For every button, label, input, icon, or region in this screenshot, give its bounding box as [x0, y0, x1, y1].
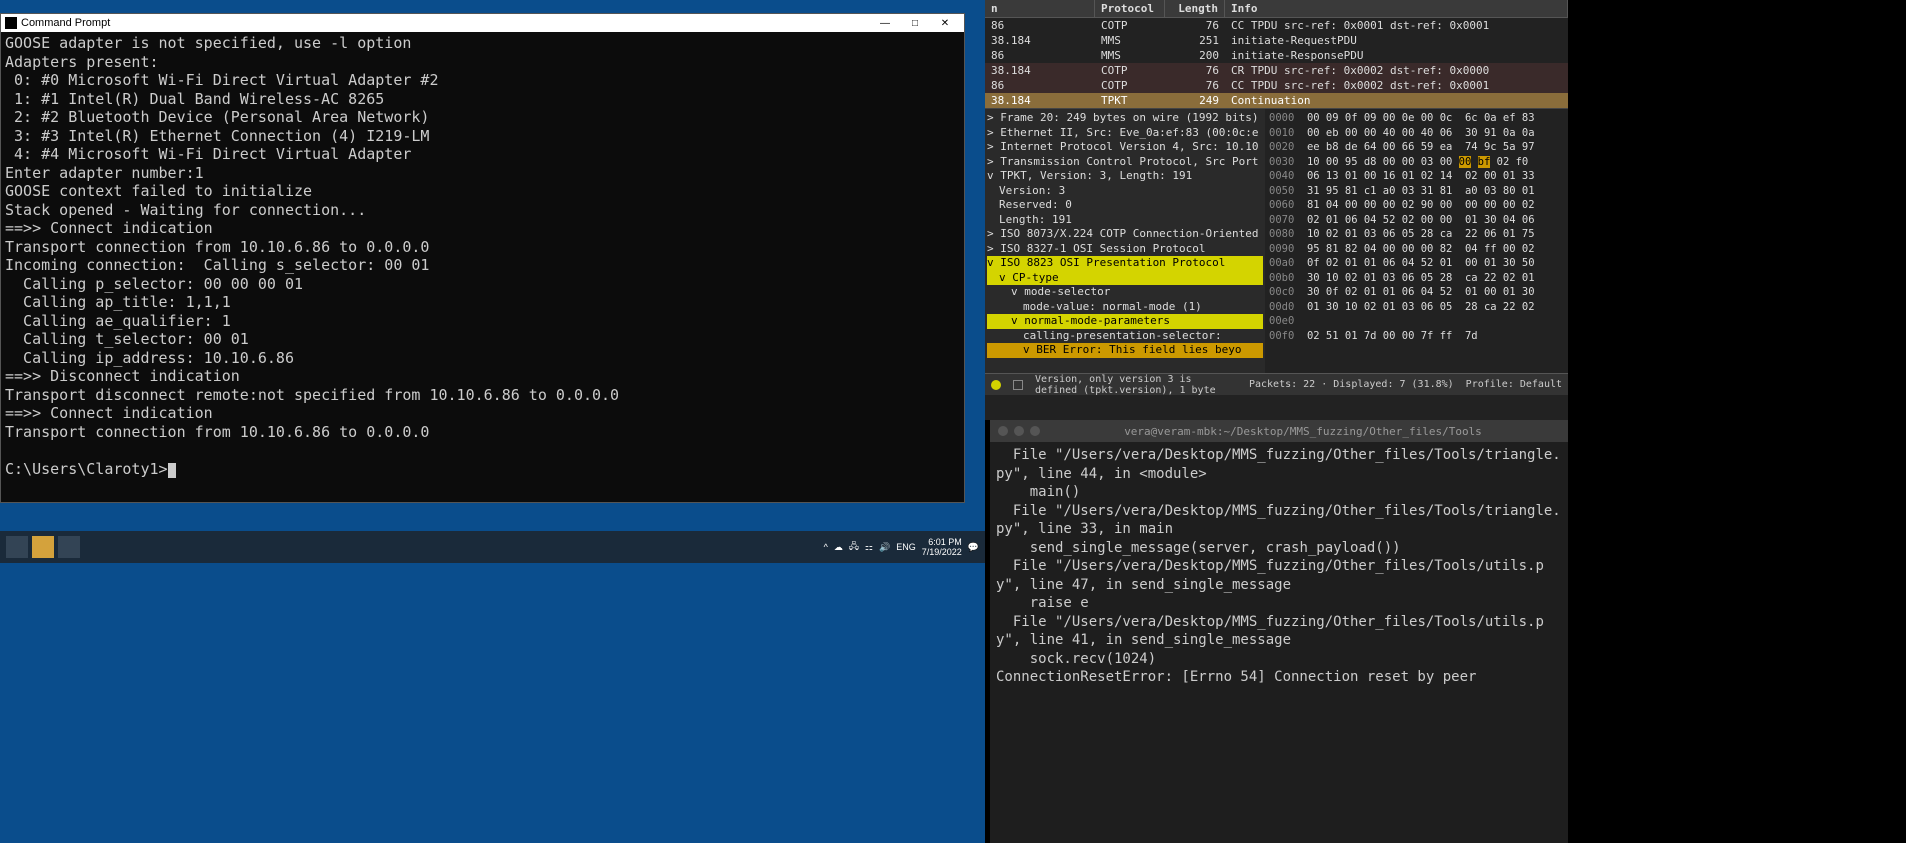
- tree-node[interactable]: v mode-selector: [987, 285, 1263, 300]
- hex-line[interactable]: 0020 ee b8 de 64 00 66 59 ea 74 9c 5a 97: [1269, 140, 1564, 155]
- status-profile[interactable]: Profile: Default: [1466, 379, 1562, 390]
- tray-volume-icon[interactable]: 🔊: [879, 542, 890, 553]
- hex-line[interactable]: 0010 00 eb 00 00 40 00 40 06 30 91 0a 0a: [1269, 126, 1564, 141]
- tray-chevron-icon[interactable]: ^: [824, 542, 828, 552]
- tree-node[interactable]: v BER Error: This field lies beyo: [987, 343, 1263, 358]
- packet-row[interactable]: 38.184COTP76CR TPDU src-ref: 0x0002 dst-…: [985, 63, 1568, 78]
- windows-taskbar[interactable]: ^ ☁ 🖧 ⚏ 🔊 ENG 6:01 PM 7/19/2022 💬: [0, 531, 985, 563]
- hex-line[interactable]: 0090 95 81 82 04 00 00 00 82 04 ff 00 02: [1269, 242, 1564, 257]
- maximize-button[interactable]: □: [900, 18, 930, 29]
- tree-node[interactable]: calling-presentation-selector:: [987, 329, 1263, 344]
- terminal-title: vera@veram-mbk:~/Desktop/MMS_fuzzing/Oth…: [1046, 425, 1560, 438]
- packet-details-tree[interactable]: > Frame 20: 249 bytes on wire (1992 bits…: [985, 109, 1265, 373]
- hex-line[interactable]: 00a0 0f 02 01 01 06 04 52 01 00 01 30 50: [1269, 256, 1564, 271]
- tray-date[interactable]: 7/19/2022: [922, 547, 962, 557]
- hex-line[interactable]: 0070 02 01 06 04 52 02 00 00 01 30 04 06: [1269, 213, 1564, 228]
- tray-notifications-icon[interactable]: 💬: [968, 542, 979, 553]
- tree-node[interactable]: mode-value: normal-mode (1): [987, 300, 1263, 315]
- hex-line[interactable]: 0000 00 09 0f 09 00 0e 00 0c 6c 0a ef 83: [1269, 111, 1564, 126]
- cmd-output[interactable]: GOOSE adapter is not specified, use -l o…: [1, 32, 964, 502]
- hex-line[interactable]: 0030 10 00 95 d8 00 00 03 00 00 bf 02 f0: [1269, 155, 1564, 170]
- hex-line[interactable]: 00b0 30 10 02 01 03 06 05 28 ca 22 02 01: [1269, 271, 1564, 286]
- packet-list[interactable]: 86COTP76CC TPDU src-ref: 0x0001 dst-ref:…: [985, 18, 1568, 108]
- hex-line[interactable]: 0080 10 02 01 03 06 05 28 ca 22 06 01 75: [1269, 227, 1564, 242]
- col-protocol[interactable]: Protocol: [1095, 0, 1165, 17]
- tree-node[interactable]: Version: 3: [987, 184, 1263, 199]
- packet-row[interactable]: 86MMS200initiate-ResponsePDU: [985, 48, 1568, 63]
- windows-desktop: Command Prompt — □ ✕ GOOSE adapter is no…: [0, 0, 985, 843]
- minimize-button[interactable]: —: [870, 18, 900, 29]
- tree-node[interactable]: > Ethernet II, Src: Eve_0a:ef:83 (00:0c:…: [987, 126, 1263, 141]
- cursor: [168, 463, 176, 478]
- col-source[interactable]: n: [985, 0, 1095, 17]
- tray-time[interactable]: 6:01 PM: [928, 537, 962, 547]
- tray-language[interactable]: ENG: [896, 542, 916, 552]
- tray-onedrive-icon[interactable]: ☁: [834, 542, 843, 553]
- tree-node[interactable]: > ISO 8327-1 OSI Session Protocol: [987, 242, 1263, 257]
- col-info[interactable]: Info: [1225, 0, 1568, 17]
- system-tray[interactable]: ^ ☁ 🖧 ⚏ 🔊 ENG 6:01 PM 7/19/2022 💬: [824, 537, 979, 557]
- minimize-dot[interactable]: [1014, 426, 1024, 436]
- tree-node[interactable]: Reserved: 0: [987, 198, 1263, 213]
- close-button[interactable]: ✕: [930, 18, 960, 29]
- terminal-output[interactable]: File "/Users/vera/Desktop/MMS_fuzzing/Ot…: [990, 442, 1568, 691]
- tree-node[interactable]: > ISO 8073/X.224 COTP Connection-Oriente…: [987, 227, 1263, 242]
- hex-line[interactable]: 00d0 01 30 10 02 01 03 06 05 28 ca 22 02: [1269, 300, 1564, 315]
- tree-node[interactable]: v ISO 8823 OSI Presentation Protocol: [987, 256, 1263, 271]
- packet-row[interactable]: 86COTP76CC TPDU src-ref: 0x0002 dst-ref:…: [985, 78, 1568, 93]
- col-length[interactable]: Length: [1165, 0, 1225, 17]
- hex-line[interactable]: 00f0 02 51 01 7d 00 00 7f ff 7d: [1269, 329, 1564, 344]
- tree-node[interactable]: Length: 191: [987, 213, 1263, 228]
- tray-network-icon[interactable]: 🖧: [849, 539, 859, 555]
- wireshark-statusbar: Version, only version 3 is defined (tpkt…: [985, 373, 1568, 395]
- packet-hex-view[interactable]: 0000 00 09 0f 09 00 0e 00 0c 6c 0a ef 83…: [1265, 109, 1568, 373]
- linux-terminal-window: vera@veram-mbk:~/Desktop/MMS_fuzzing/Oth…: [990, 420, 1568, 843]
- hex-line[interactable]: 0050 31 95 81 c1 a0 03 31 81 a0 03 80 01: [1269, 184, 1564, 199]
- tree-node[interactable]: v TPKT, Version: 3, Length: 191: [987, 169, 1263, 184]
- packet-list-header[interactable]: n Protocol Length Info: [985, 0, 1568, 18]
- tree-node[interactable]: > Transmission Control Protocol, Src Por…: [987, 155, 1263, 170]
- cmd-title: Command Prompt: [21, 17, 870, 29]
- start-button[interactable]: [6, 536, 28, 558]
- capture-file-icon[interactable]: [1013, 380, 1023, 390]
- packet-row[interactable]: 38.184MMS251initiate-RequestPDU: [985, 33, 1568, 48]
- tray-wifi-icon[interactable]: ⚏: [865, 542, 873, 553]
- taskbar-app-icon[interactable]: [58, 536, 80, 558]
- close-dot[interactable]: [998, 426, 1008, 436]
- tree-node[interactable]: > Frame 20: 249 bytes on wire (1992 bits…: [987, 111, 1263, 126]
- packet-row[interactable]: 38.184TPKT249Continuation: [985, 93, 1568, 108]
- status-field-info: Version, only version 3 is defined (tpkt…: [1035, 374, 1237, 396]
- status-packets: Packets: 22 · Displayed: 7 (31.8%): [1249, 379, 1454, 390]
- hex-line[interactable]: 00e0: [1269, 314, 1564, 329]
- tree-node[interactable]: > Internet Protocol Version 4, Src: 10.1…: [987, 140, 1263, 155]
- hex-line[interactable]: 0060 81 04 00 00 00 02 90 00 00 00 00 02: [1269, 198, 1564, 213]
- packet-row[interactable]: 86COTP76CC TPDU src-ref: 0x0001 dst-ref:…: [985, 18, 1568, 33]
- tree-node[interactable]: v normal-mode-parameters: [987, 314, 1263, 329]
- expert-info-icon[interactable]: [991, 380, 1001, 390]
- maximize-dot[interactable]: [1030, 426, 1040, 436]
- hex-line[interactable]: 0040 06 13 01 00 16 01 02 14 02 00 01 33: [1269, 169, 1564, 184]
- cmd-icon: [5, 17, 17, 29]
- command-prompt-window: Command Prompt — □ ✕ GOOSE adapter is no…: [0, 13, 965, 503]
- terminal-titlebar[interactable]: vera@veram-mbk:~/Desktop/MMS_fuzzing/Oth…: [990, 420, 1568, 442]
- tree-node[interactable]: v CP-type: [987, 271, 1263, 286]
- cmd-titlebar[interactable]: Command Prompt — □ ✕: [1, 14, 964, 32]
- file-explorer-icon[interactable]: [32, 536, 54, 558]
- wireshark-window: n Protocol Length Info 86COTP76CC TPDU s…: [985, 0, 1568, 420]
- hex-line[interactable]: 00c0 30 0f 02 01 01 06 04 52 01 00 01 30: [1269, 285, 1564, 300]
